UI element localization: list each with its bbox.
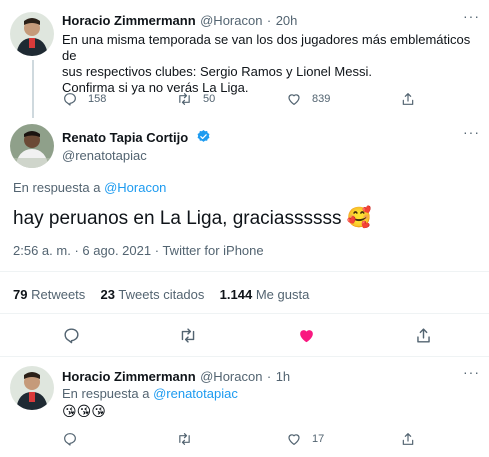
- reply-button[interactable]: [62, 431, 78, 447]
- tweet-text-line: En una misma temporada se van los dos ju…: [62, 32, 471, 63]
- timestamp[interactable]: 20h: [276, 13, 298, 28]
- retweet-button[interactable]: [176, 431, 193, 447]
- reply-context-label: En respuesta a: [13, 180, 101, 195]
- reply-button[interactable]: [62, 326, 81, 345]
- author-handle[interactable]: @Horacon: [200, 13, 262, 28]
- reply-context: En respuesta a @renatotapiac: [62, 386, 238, 401]
- share-button[interactable]: [400, 431, 416, 447]
- more-options-icon[interactable]: ···: [463, 124, 480, 140]
- quotes-label: Tweets citados: [118, 287, 205, 302]
- tweet-text-main: hay peruanos en La Liga, graciassssss: [13, 208, 342, 229]
- verified-badge-icon: [197, 129, 210, 142]
- tweet-header: Horacio Zimmermann @Horacon · 20h: [62, 12, 297, 30]
- separator: ·: [266, 13, 272, 28]
- divider: [0, 271, 489, 272]
- reply-icon: [64, 93, 76, 106]
- quotes-stat[interactable]: 23 Tweets citados: [101, 287, 208, 302]
- author-handle[interactable]: @renatotapiac: [62, 148, 147, 163]
- tweet-text-line: sus respectivos clubes: Sergio Ramos y L…: [62, 64, 372, 79]
- more-options-icon[interactable]: ···: [463, 8, 480, 24]
- retweet-count: 50: [203, 93, 216, 105]
- likes-count: 1.144: [219, 287, 253, 302]
- author-block: Renato Tapia Cortijo: [62, 129, 211, 147]
- avatar[interactable]: [10, 12, 54, 56]
- tweet-time[interactable]: 2:56 a. m.: [13, 243, 71, 258]
- share-button[interactable]: [414, 326, 433, 345]
- reply-icon: [64, 433, 76, 446]
- thread-line: [32, 60, 34, 118]
- timestamp[interactable]: 1h: [276, 369, 290, 384]
- reply-button[interactable]: 158: [62, 91, 106, 107]
- heart-filled-icon: [300, 330, 313, 343]
- divider: [0, 356, 489, 357]
- reply-text: 😘😘😘: [62, 403, 106, 420]
- share-icon: [402, 433, 414, 445]
- like-button[interactable]: [297, 326, 316, 345]
- retweet-icon: [179, 93, 190, 105]
- tweet-date[interactable]: 6 ago. 2021: [82, 243, 151, 258]
- tweet-text: hay peruanos en La Liga, graciassssss 🥰: [13, 206, 372, 231]
- tweet-text: En una misma temporada se van los dos ju…: [62, 32, 482, 96]
- author-handle[interactable]: @Horacon: [200, 369, 262, 384]
- share-button[interactable]: [400, 91, 416, 107]
- separator: ·: [154, 243, 160, 258]
- author-name[interactable]: Renato Tapia Cortijo: [62, 130, 188, 145]
- more-options-icon[interactable]: ···: [463, 364, 480, 380]
- tweet-stats: 79 Retweets 23 Tweets citados 1.144 Me g…: [13, 287, 309, 302]
- retweet-icon: [181, 328, 195, 343]
- reply-context: En respuesta a @Horacon: [13, 180, 166, 195]
- separator: ·: [74, 243, 79, 258]
- like-button[interactable]: 839: [286, 91, 330, 107]
- retweet-icon: [179, 433, 190, 445]
- reply-count: 158: [88, 93, 107, 105]
- share-icon: [417, 328, 430, 343]
- retweet-button[interactable]: [178, 326, 198, 345]
- author-name[interactable]: Horacio Zimmermann: [62, 369, 196, 384]
- reply-context-label: En respuesta a: [62, 386, 150, 401]
- like-button[interactable]: 17: [286, 431, 324, 447]
- retweets-label: Retweets: [31, 287, 86, 302]
- avatar[interactable]: [10, 124, 54, 168]
- quotes-count: 23: [100, 287, 116, 302]
- author-name[interactable]: Horacio Zimmermann: [62, 13, 196, 28]
- divider: [0, 313, 489, 314]
- retweet-button[interactable]: 50: [176, 91, 215, 107]
- reply-icon: [64, 328, 79, 344]
- retweets-count: 79: [13, 287, 28, 302]
- reply-to-link[interactable]: @Horacon: [104, 180, 166, 195]
- heart-icon: [288, 434, 300, 445]
- reply-to-link[interactable]: @renatotapiac: [153, 386, 238, 401]
- heart-icon: [288, 94, 300, 105]
- like-count: 839: [312, 93, 331, 105]
- separator: ·: [266, 369, 272, 384]
- kissing-face-emoji: 😘😘😘: [62, 403, 106, 419]
- tweet-source[interactable]: Twitter for iPhone: [162, 243, 263, 258]
- share-icon: [402, 93, 414, 105]
- tweet-header: Horacio Zimmermann @Horacon · 1h: [62, 368, 290, 386]
- likes-label: Me gusta: [255, 287, 310, 302]
- tweet-text-line: Confirma si ya no verás La Liga.: [62, 80, 249, 95]
- avatar[interactable]: [10, 366, 54, 410]
- smiling-face-hearts-emoji: 🥰: [346, 207, 372, 229]
- tweet-meta: 2:56 a. m. · 6 ago. 2021 · Twitter for i…: [13, 243, 264, 258]
- retweets-stat[interactable]: 79 Retweets: [13, 287, 89, 302]
- likes-stat[interactable]: 1.144 Me gusta: [220, 287, 310, 302]
- like-count: 17: [312, 433, 325, 445]
